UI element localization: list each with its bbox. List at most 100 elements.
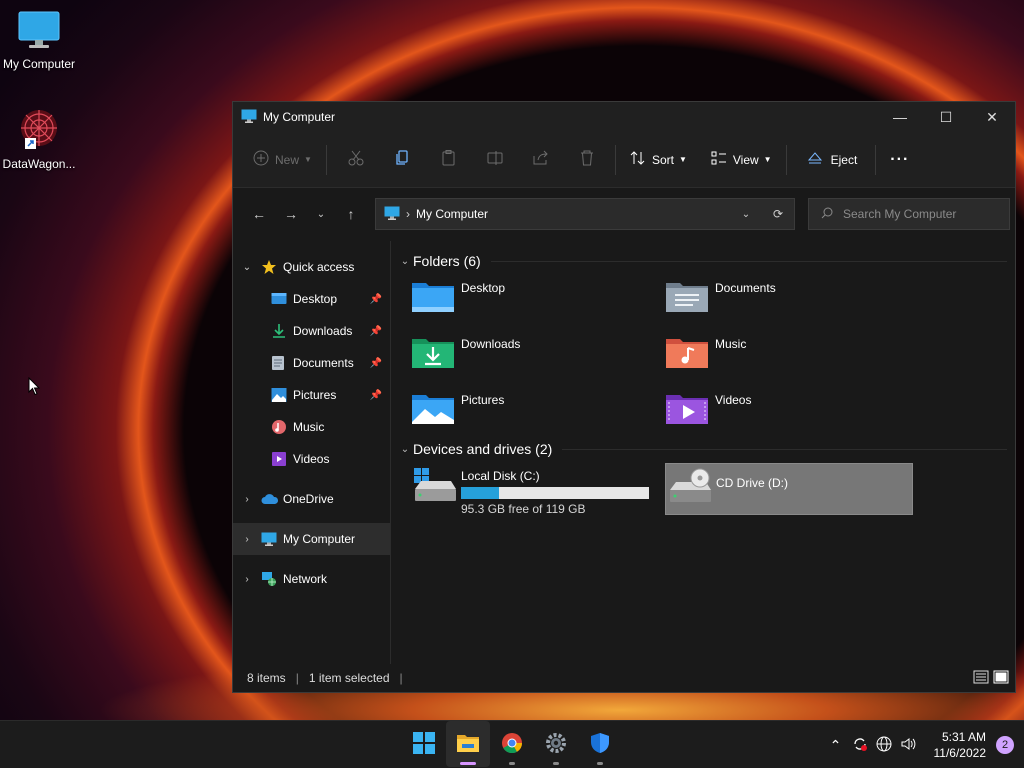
sidebar-item-quick-access[interactable]: ⌄ Quick access <box>233 251 390 283</box>
sidebar-item-label: My Computer <box>283 532 356 546</box>
forward-arrow-icon[interactable]: → <box>275 206 307 222</box>
search-input[interactable]: Search My Computer <box>808 198 1010 230</box>
taskbar-settings[interactable] <box>534 721 578 767</box>
title-bar[interactable]: My Computer — ☐ ✕ <box>233 102 1015 132</box>
maximize-button[interactable]: ☐ <box>923 102 969 132</box>
gear-icon <box>545 732 567 757</box>
scissors-icon <box>341 150 371 169</box>
view-button[interactable]: View ▼ <box>703 144 780 176</box>
download-arrow-icon <box>271 323 293 339</box>
delete-button[interactable] <box>563 144 609 176</box>
drive-name: Local Disk (C:) <box>461 469 540 483</box>
chevron-right-icon[interactable]: › <box>233 534 261 545</box>
sidebar-item-label: Music <box>293 420 325 434</box>
sort-button[interactable]: Sort ▼ <box>622 144 695 176</box>
desktop-icon-my-computer[interactable]: My Computer <box>0 10 78 71</box>
drive-tile-local-disk-c[interactable]: Local Disk (C:) 95.3 GB free of 119 GB <box>411 463 659 516</box>
taskbar-chrome[interactable] <box>490 721 534 767</box>
minimize-button[interactable]: — <box>877 102 923 132</box>
chevron-down-icon[interactable]: ⌄ <box>730 209 762 220</box>
tiles-view-icon[interactable] <box>993 669 1009 688</box>
toolbar-divider <box>785 144 787 175</box>
downloads-folder-icon <box>411 333 461 372</box>
folder-tile-desktop[interactable]: Desktop <box>411 273 665 329</box>
globe-icon[interactable] <box>872 736 896 755</box>
new-label: New <box>275 152 300 167</box>
notification-badge[interactable]: 2 <box>996 736 1014 754</box>
cut-button[interactable] <box>333 144 379 176</box>
network-icon <box>261 571 283 587</box>
pin-icon[interactable]: 📌 <box>370 390 382 401</box>
chevron-up-icon[interactable]: ⌃ <box>824 737 848 754</box>
content-pane: ⌄ Folders (6) Desktop Documents Download… <box>391 241 1015 664</box>
toolbar-divider <box>614 144 616 175</box>
pin-icon[interactable]: 📌 <box>370 358 382 369</box>
sidebar-item-label: Downloads <box>293 324 353 338</box>
sidebar-item-pictures[interactable]: Pictures 📌 <box>233 379 390 411</box>
drive-tile-cd-drive-d[interactable]: CD Drive (D:) <box>665 463 913 515</box>
sidebar-item-onedrive[interactable]: › OneDrive <box>233 483 390 515</box>
chevron-down-icon[interactable]: ⌄ <box>233 262 261 273</box>
section-title: Devices and drives (2) <box>413 441 553 457</box>
folder-tile-pictures[interactable]: Pictures <box>411 385 665 441</box>
paste-button[interactable] <box>425 144 471 176</box>
share-button[interactable] <box>517 144 563 176</box>
refresh-icon[interactable]: ⟳ <box>762 207 794 221</box>
start-button[interactable] <box>402 721 446 767</box>
sync-alert-icon[interactable] <box>848 736 872 755</box>
view-list-icon <box>711 150 727 169</box>
eject-icon <box>807 150 823 169</box>
desktop-icon-label: My Computer <box>2 57 76 71</box>
sidebar-item-network[interactable]: › Network <box>233 563 390 595</box>
sidebar-item-desktop[interactable]: Desktop 📌 <box>233 283 390 315</box>
close-button[interactable]: ✕ <box>969 102 1015 132</box>
chevron-right-icon[interactable]: › <box>233 494 261 505</box>
folders-section-header[interactable]: ⌄ Folders (6) <box>397 249 1015 273</box>
sidebar-item-documents[interactable]: Documents 📌 <box>233 347 390 379</box>
sidebar-item-label: Desktop <box>293 292 338 306</box>
details-view-icon[interactable] <box>973 669 989 688</box>
recent-locations-chevron-icon[interactable]: ⌄ <box>307 209 335 220</box>
folder-tile-music[interactable]: Music <box>665 329 919 385</box>
breadcrumb-my-computer[interactable]: My Computer <box>416 207 488 221</box>
chevron-down-icon: ▼ <box>304 155 312 164</box>
speaker-icon[interactable] <box>896 736 920 755</box>
rename-button[interactable] <box>471 144 517 176</box>
sort-arrows-icon <box>630 150 646 169</box>
eject-button[interactable]: Eject <box>799 144 866 176</box>
toolbar-divider <box>875 144 877 175</box>
sidebar-item-videos[interactable]: Videos <box>233 443 390 475</box>
trash-icon <box>571 150 601 169</box>
sidebar-item-downloads[interactable]: Downloads 📌 <box>233 315 390 347</box>
mouse-pointer-icon <box>28 376 41 399</box>
folder-tile-documents[interactable]: Documents <box>665 273 919 329</box>
monitor-icon <box>384 206 400 223</box>
navigation-pane: ⌄ Quick access Desktop 📌 Downloads 📌 Doc… <box>233 241 391 664</box>
plus-circle-icon <box>253 150 269 169</box>
running-indicator <box>553 762 559 765</box>
sidebar-item-music[interactable]: Music <box>233 411 390 443</box>
sidebar-item-my-computer[interactable]: › My Computer <box>233 523 390 555</box>
windows-logo-icon <box>413 731 435 757</box>
search-placeholder: Search My Computer <box>843 207 957 221</box>
new-button[interactable]: New ▼ <box>245 144 320 176</box>
chevron-down-icon[interactable]: ⌄ <box>397 444 413 455</box>
desktop-icon-datawagon[interactable]: DataWagon... <box>0 106 78 171</box>
taskbar-file-explorer[interactable] <box>446 721 490 767</box>
pin-icon[interactable]: 📌 <box>370 294 382 305</box>
datawagon-shortcut-icon <box>0 106 78 153</box>
up-arrow-icon[interactable]: ↑ <box>335 206 367 222</box>
folder-tile-downloads[interactable]: Downloads <box>411 329 665 385</box>
address-bar[interactable]: › My Computer ⌄ ⟳ <box>375 198 795 230</box>
more-options-button[interactable]: ··· <box>882 144 917 176</box>
pin-icon[interactable]: 📌 <box>370 326 382 337</box>
chevron-down-icon[interactable]: ⌄ <box>397 256 413 267</box>
clock[interactable]: 5:31 AM 11/6/2022 <box>934 729 987 761</box>
back-arrow-icon[interactable]: ← <box>243 206 275 222</box>
folder-tile-videos[interactable]: Videos <box>665 385 919 441</box>
taskbar-security[interactable] <box>578 721 622 767</box>
breadcrumb-chevron-icon: › <box>406 207 410 221</box>
copy-button[interactable] <box>379 144 425 176</box>
taskbar: ⌃ 5:31 AM 11/6/2022 2 <box>0 720 1024 768</box>
chevron-right-icon[interactable]: › <box>233 574 261 585</box>
